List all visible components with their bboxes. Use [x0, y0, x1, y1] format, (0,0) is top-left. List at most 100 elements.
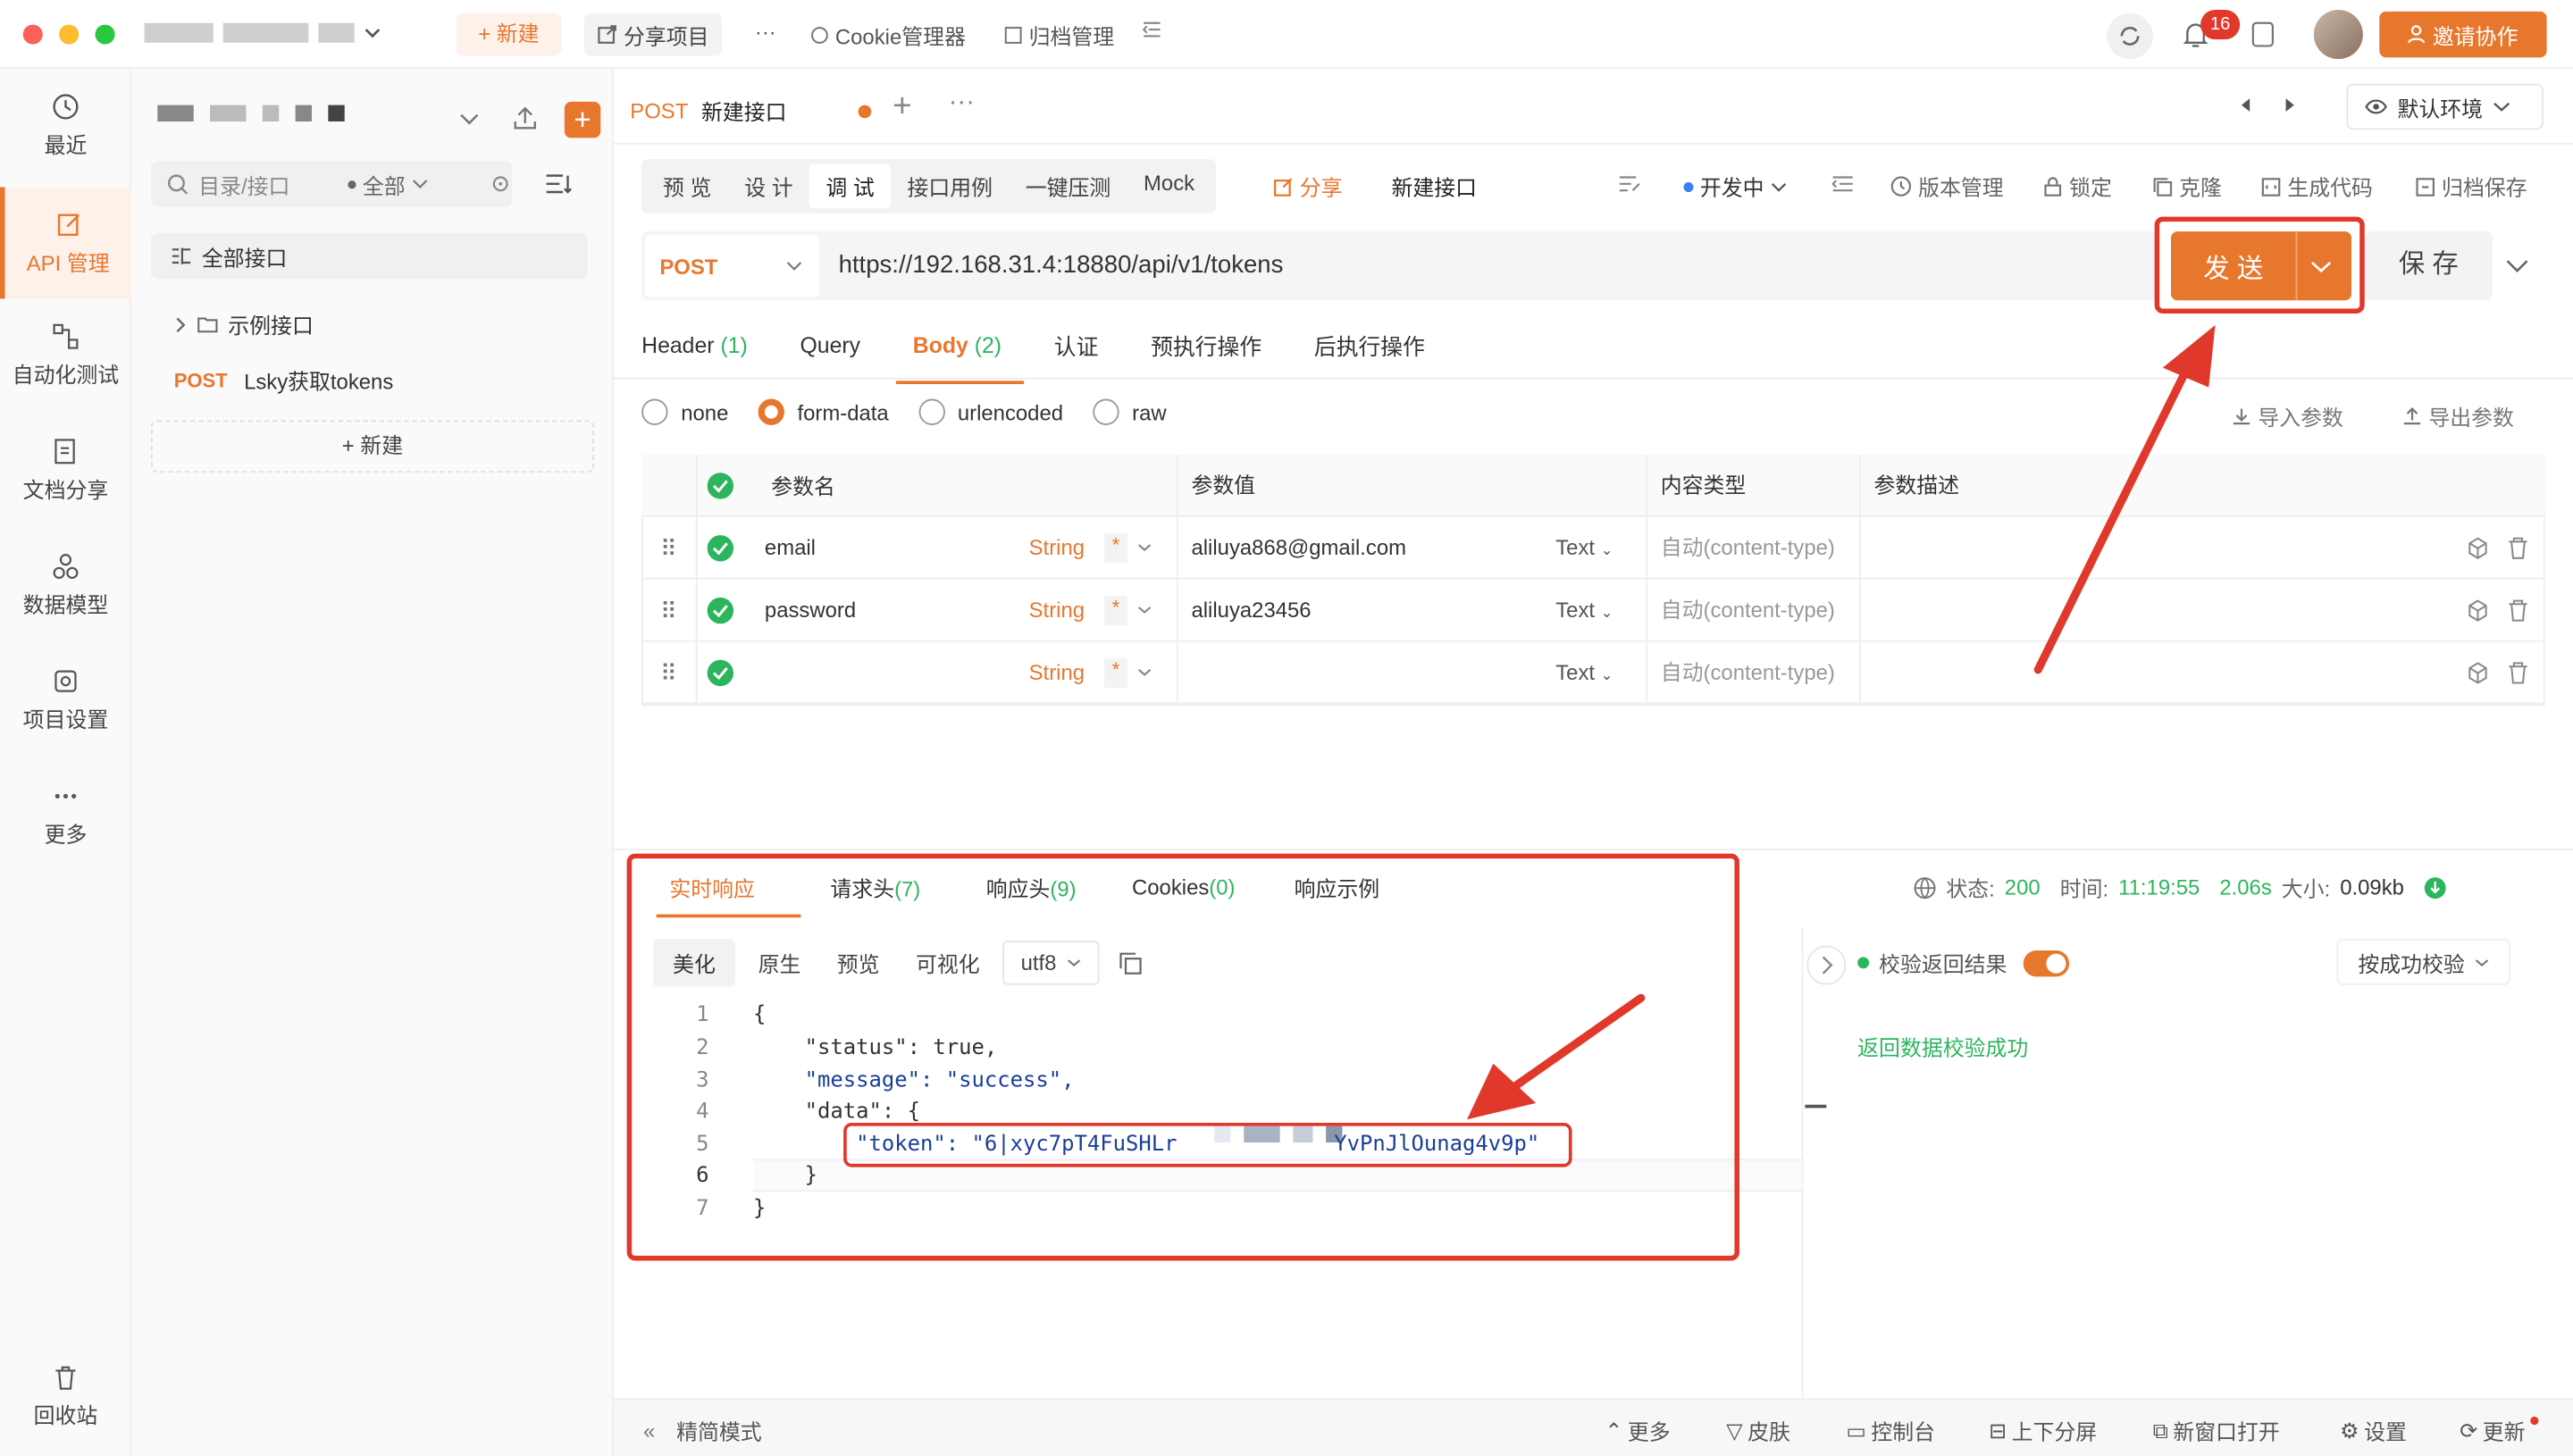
nav-item-recycle[interactable]: 回收站 [0, 1362, 131, 1429]
avatar[interactable] [2313, 10, 2363, 60]
outline-icon[interactable] [1831, 174, 1855, 194]
mode-mock[interactable]: Mock [1127, 164, 1211, 209]
tree-api-item[interactable]: POST Lsky获取tokens [174, 364, 394, 396]
nav-item-auto-test[interactable]: 自动化测试 [0, 322, 131, 389]
drag-handle-icon[interactable]: ⠿ [641, 578, 698, 641]
value-type-dropdown[interactable]: Text ⌄ [1555, 535, 1613, 560]
tab-auth[interactable]: 认证 [1054, 329, 1099, 362]
footer-new-window[interactable]: ⧉ 新窗口打开 [2153, 1415, 2280, 1446]
import-params-button[interactable]: 导入参数 [2232, 400, 2343, 431]
chevron-down-icon[interactable] [1137, 604, 1152, 615]
mode-preview[interactable]: 预 览 [647, 164, 728, 209]
tree-all-apis[interactable]: 全部接口 [150, 232, 588, 280]
radio-form-data[interactable] [758, 398, 784, 425]
add-button[interactable]: + [564, 101, 601, 138]
resize-handle[interactable] [1805, 1104, 1827, 1109]
footer-skin[interactable]: ▽ 皮肤 [1726, 1415, 1790, 1446]
download-icon[interactable] [2424, 875, 2447, 899]
close-window-button[interactable] [22, 24, 43, 45]
drag-handle-icon[interactable]: ⠿ [641, 640, 698, 704]
url-input[interactable]: https://192.168.31.4:18880/api/v1/tokens [839, 251, 1284, 279]
search-input[interactable]: 目录/接口 [198, 168, 289, 199]
nav-item-project-settings[interactable]: 项目设置 [0, 666, 131, 733]
chevron-down-icon[interactable] [1137, 541, 1152, 553]
trash-icon[interactable] [2508, 661, 2529, 684]
share-project-button[interactable]: 分享项目 [583, 13, 723, 56]
tree-folder[interactable]: 示例接口 [174, 308, 314, 339]
nav-item-api[interactable]: API 管理 [0, 187, 131, 299]
filter-dropdown[interactable]: 全部 [348, 168, 428, 199]
tab-prev-icon[interactable] [2238, 96, 2254, 113]
archive-save-button[interactable]: 归档保存 [2416, 171, 2527, 202]
tab-body[interactable]: Body (2) [896, 332, 1025, 384]
nav-item-recent[interactable]: 最近 [0, 92, 131, 159]
footer-split[interactable]: ⊟ 上下分屏 [1989, 1415, 2097, 1446]
tab-post-script[interactable]: 后执行操作 [1314, 329, 1425, 362]
gen-code-button[interactable]: 生成代码 [2261, 171, 2373, 202]
tab-next-icon[interactable] [2281, 96, 2297, 113]
mode-debug[interactable]: 调 试 [809, 163, 892, 209]
mode-design[interactable]: 设 计 [728, 164, 809, 209]
cube-icon[interactable] [2467, 598, 2490, 622]
required-mark[interactable]: * [1104, 657, 1127, 688]
locate-icon[interactable] [489, 172, 512, 196]
maximize-window-button[interactable] [95, 24, 115, 45]
footer-console[interactable]: ▭ 控制台 [1846, 1415, 1935, 1446]
expand-panel-button[interactable] [1806, 945, 1847, 985]
chevron-down-icon[interactable] [1137, 666, 1152, 678]
sort-icon[interactable] [545, 172, 574, 196]
chevron-down-icon[interactable] [2506, 258, 2529, 274]
row-check-icon[interactable] [707, 658, 734, 686]
api-name-field[interactable]: 新建接口 [1392, 171, 1478, 202]
tab-header[interactable]: Header (1) [641, 332, 748, 357]
collapse-icon[interactable] [1142, 20, 1161, 39]
version-button[interactable]: 版本管理 [1890, 171, 2004, 202]
chevron-down-icon[interactable] [459, 112, 479, 128]
status-dropdown[interactable]: 开发中 [1683, 171, 1787, 202]
radio-urlencoded[interactable] [918, 398, 945, 425]
minimize-window-button[interactable] [59, 24, 80, 45]
tab-query[interactable]: Query [800, 332, 860, 357]
nav-item-doc-share[interactable]: 文档分享 [0, 437, 131, 504]
content-type-cell[interactable]: 自动(content-type) [1646, 578, 1859, 641]
tab-api[interactable]: POST 新建接口 [630, 96, 873, 127]
invite-button[interactable]: 邀请协作 [2379, 11, 2547, 58]
clone-button[interactable]: 克隆 [2153, 171, 2222, 202]
mode-stress[interactable]: 一键压测 [1009, 164, 1127, 209]
tree-new-button[interactable]: + 新建 [150, 420, 594, 473]
nav-item-data-model[interactable]: 数据模型 [0, 551, 131, 618]
required-mark[interactable]: * [1104, 595, 1127, 625]
content-type-cell[interactable]: 自动(content-type) [1646, 515, 1859, 579]
edit-lines-icon[interactable] [1618, 174, 1641, 194]
verify-mode-dropdown[interactable]: 按成功校验 [2336, 939, 2511, 985]
param-name-cell[interactable]: email [765, 535, 816, 560]
verify-toggle[interactable] [2023, 950, 2070, 976]
footer-more[interactable]: ⌃ 更多 [1605, 1415, 1670, 1446]
export-params-button[interactable]: 导出参数 [2402, 400, 2514, 431]
env-selector[interactable]: 默认环境 [2346, 83, 2544, 130]
method-select[interactable]: POST [644, 234, 819, 297]
footer-settings[interactable]: ⚙ 设置 [2340, 1415, 2407, 1446]
footer-update[interactable]: ⟳ 更新 [2460, 1415, 2539, 1446]
tab-pre-script[interactable]: 预执行操作 [1151, 329, 1261, 362]
tab-more-button[interactable]: ··· [949, 88, 975, 118]
value-type-dropdown[interactable]: Text ⌄ [1555, 598, 1613, 623]
check-all-icon[interactable] [707, 472, 734, 498]
drag-handle-icon[interactable]: ⠿ [641, 515, 698, 579]
tree-search[interactable]: 目录/接口 全部 [150, 161, 513, 207]
radio-none[interactable] [641, 398, 668, 425]
mode-case[interactable]: 接口用例 [891, 164, 1009, 209]
share-button[interactable]: 分享 [1273, 171, 1342, 202]
param-type-cell[interactable]: String [1029, 660, 1085, 685]
project-switcher[interactable] [144, 22, 381, 43]
value-type-dropdown[interactable]: Text ⌄ [1555, 660, 1613, 685]
param-type-cell[interactable]: String [1029, 598, 1085, 623]
param-type-cell[interactable]: String [1029, 535, 1085, 560]
simple-mode-button[interactable]: « 精简模式 [643, 1415, 762, 1446]
trash-icon[interactable] [2508, 536, 2529, 559]
row-check-icon[interactable] [707, 596, 734, 623]
content-type-cell[interactable]: 自动(content-type) [1646, 640, 1859, 704]
cube-icon[interactable] [2467, 661, 2490, 684]
more-menu[interactable]: ··· [755, 20, 776, 45]
required-mark[interactable]: * [1104, 532, 1127, 563]
